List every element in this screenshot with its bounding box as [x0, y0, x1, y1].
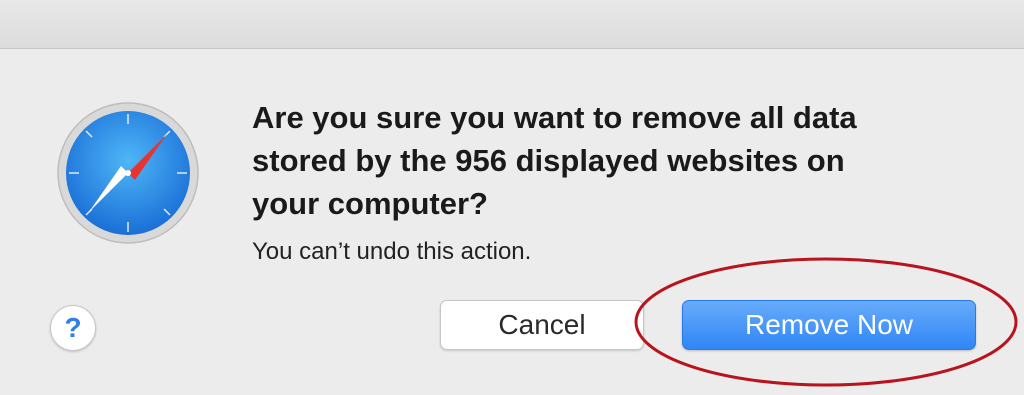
- window-titlebar: [0, 0, 1024, 49]
- alert-dialog: Are you sure you want to remove all data…: [0, 0, 1024, 395]
- alert-message-line: your computer?: [252, 186, 488, 221]
- help-button[interactable]: ?: [50, 305, 96, 351]
- alert-message: Are you sure you want to remove all data…: [252, 96, 952, 225]
- alert-message-line: Are you sure you want to remove all data: [252, 100, 857, 135]
- alert-message-line: stored by the 956 displayed websites on: [252, 143, 845, 178]
- safari-compass-icon: [57, 102, 199, 244]
- informative-text: You can’t undo this action.: [252, 238, 532, 265]
- question-mark-icon: ?: [64, 312, 82, 343]
- cancel-button[interactable]: Cancel: [440, 300, 644, 350]
- remove-now-button[interactable]: Remove Now: [682, 300, 976, 350]
